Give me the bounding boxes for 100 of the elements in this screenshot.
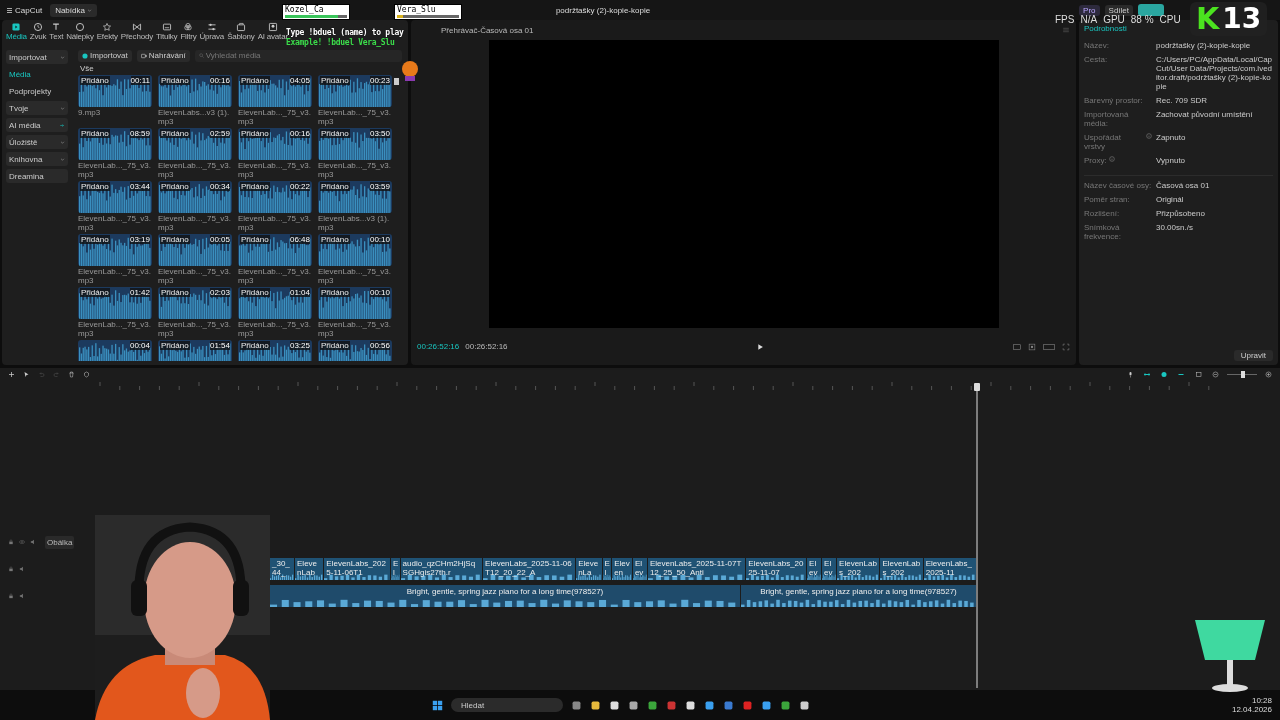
tool-tab[interactable]: Média — [5, 22, 28, 44]
tool-tab[interactable]: Titulky — [154, 22, 179, 44]
detail-label: Cesta: — [1084, 55, 1108, 64]
tool-tab[interactable]: Šablony — [226, 22, 256, 44]
sidebar-item[interactable]: Média — [6, 67, 68, 81]
app-icon[interactable] — [685, 699, 696, 711]
audio-thumbnail[interactable]: Přidáno 00:16 — [158, 75, 232, 107]
audio-thumbnail[interactable]: Přidáno 00:10 — [318, 234, 392, 266]
audio-thumbnail[interactable]: Přidáno 00:56 — [318, 340, 392, 361]
audio-thumbnail[interactable]: 00:04 — [78, 340, 152, 361]
sidebar-item[interactable]: Tvoje — [6, 101, 68, 115]
sidebar-item[interactable]: Importovat — [6, 50, 68, 64]
audio-clip[interactable]: ElevenLabs_2025-11-06T1 — [324, 558, 391, 580]
audio-thumbnail[interactable]: Přidáno 08:59 — [78, 128, 152, 160]
audio-clip[interactable]: El — [391, 558, 400, 580]
audio-thumbnail[interactable]: Přidáno 01:04 — [238, 287, 312, 319]
audio-thumbnail[interactable]: Přidáno 00:34 — [158, 181, 232, 213]
audio-clip[interactable]: Elev — [807, 558, 822, 580]
audio-thumbnail[interactable]: Přidáno 06:48 — [238, 234, 312, 266]
pro-badge[interactable]: Pro — [1079, 4, 1100, 16]
share-button[interactable]: Sdílet — [1104, 4, 1133, 16]
duration-label: 00:11 — [130, 76, 150, 85]
audio-thumbnail[interactable]: Přidáno 03:25 — [238, 340, 312, 361]
caption-icon — [161, 22, 172, 32]
music-clip[interactable]: Bright, gentle, spring jazz piano for a long time(978527) — [270, 585, 740, 607]
audio-thumbnail[interactable]: Přidáno 03:50 — [318, 128, 392, 160]
tool-tab[interactable]: Efekty — [95, 22, 119, 44]
audio-thumbnail[interactable]: Přidáno 01:54 — [158, 340, 232, 361]
app-logo: CapCut — [6, 5, 43, 15]
tool-tab[interactable]: Zvuk — [28, 22, 48, 44]
audio-clip[interactable]: _30_44_ — [270, 558, 295, 580]
audio-thumbnail[interactable]: Přidáno 02:59 — [158, 128, 232, 160]
audio-thumbnail[interactable]: Přidáno 01:42 — [78, 287, 152, 319]
export-button[interactable] — [1138, 4, 1164, 16]
audio-clip[interactable]: ElevenLabs_2025-11-07 — [746, 558, 807, 580]
app-icon[interactable] — [628, 699, 639, 711]
tool-tab[interactable]: Přechody — [119, 22, 154, 44]
playhead[interactable] — [974, 383, 980, 688]
import-button[interactable]: Importovat — [78, 49, 132, 62]
app-icon[interactable] — [704, 699, 715, 711]
duration-label: 00:56 — [369, 341, 390, 350]
audio-thumbnail[interactable]: Přidáno 04:05 — [238, 75, 312, 107]
tool-tab[interactable]: Úprava — [198, 22, 226, 44]
sidebar-item[interactable]: Podprojekty — [6, 84, 68, 98]
audio-clip[interactable]: ElevenLabs_202 — [880, 558, 923, 580]
audio-thumbnail[interactable]: Přidáno 02:03 — [158, 287, 232, 319]
audio-thumbnail[interactable]: Přidáno 00:11 — [78, 75, 152, 107]
file-name: ElevenLab..._75_v3.mp3 — [238, 108, 312, 126]
audio-clip[interactable]: audio_qzCHm2HjSqSGHgis27th.r — [400, 558, 483, 580]
details-tab[interactable]: Podrobnosti — [1084, 24, 1127, 33]
audio-clip[interactable]: Eleven — [612, 558, 632, 580]
tool-tab[interactable]: Filtry — [179, 22, 198, 44]
audio-clip[interactable]: ElevenLabs_2025-11-06T12_20_22_A — [483, 558, 576, 580]
music-clip[interactable]: Bright, gentle, spring jazz piano for a long time(978527) — [741, 585, 976, 607]
duration-label: 00:10 — [369, 235, 390, 244]
audio-clip[interactable]: ElevenLab — [295, 558, 324, 580]
cover-button[interactable]: Obálka — [45, 535, 75, 549]
record-button[interactable]: Nahrávání — [136, 49, 190, 62]
app-icon[interactable] — [609, 699, 620, 711]
caret-icon — [60, 156, 65, 162]
audio-thumbnail[interactable]: Přidáno 03:44 — [78, 181, 152, 213]
app-icon[interactable] — [647, 699, 658, 711]
duration-label: 03:44 — [129, 182, 150, 191]
app-icon[interactable] — [780, 699, 791, 711]
audio-thumbnail[interactable]: Přidáno 00:16 — [238, 128, 312, 160]
app-icon[interactable] — [761, 699, 772, 711]
player-name: Kozel_Ča — [285, 5, 324, 14]
audio-clip[interactable]: Elev — [822, 558, 837, 580]
tool-tab[interactable]: Nálepky — [65, 22, 95, 44]
audio-clip[interactable]: ElevenLa — [576, 558, 602, 580]
menu-button[interactable]: Nabídka — [50, 3, 97, 17]
tool-tab[interactable]: Text — [48, 22, 65, 44]
audio-thumbnail[interactable]: Přidáno 03:19 — [78, 234, 152, 266]
audio-clip[interactable]: El — [602, 558, 612, 580]
added-label: Přidáno — [240, 288, 270, 297]
taskbar-search[interactable]: Hledat — [451, 698, 563, 712]
search-input[interactable]: Vyhledat média — [205, 50, 398, 61]
added-label: Přidáno — [320, 182, 350, 191]
detail-value: Přizpůsobeno — [1156, 209, 1205, 218]
audio-thumbnail[interactable]: Přidáno 00:22 — [238, 181, 312, 213]
audio-thumbnail[interactable]: Přidáno 03:59 — [318, 181, 392, 213]
audio-clip[interactable]: Elev — [632, 558, 647, 580]
audio-thumbnail[interactable]: Přidáno 00:10 — [318, 287, 392, 319]
sidebar-item[interactable]: Knihovna — [6, 152, 68, 166]
detail-value: Vypnuto — [1156, 156, 1186, 165]
audio-clip[interactable]: ElevenLabs_2025-11 — [923, 558, 976, 580]
edit-button[interactable]: Upravit — [1233, 350, 1273, 361]
sidebar-item[interactable]: AI média — [6, 118, 68, 132]
duration-label: 00:16 — [289, 129, 310, 138]
audio-clip[interactable]: ElevenLabs_202 — [837, 558, 880, 580]
added-label: Přidáno — [320, 235, 350, 244]
app-icon[interactable] — [799, 699, 810, 711]
sidebar-item[interactable]: Úložiště — [6, 135, 68, 149]
audio-clip[interactable]: ElevenLabs_2025-11-07T12_25_50_Anti — [647, 558, 746, 580]
sidebar-item[interactable]: Dreamina — [6, 169, 68, 183]
app-icon[interactable] — [590, 699, 601, 711]
filter-label[interactable]: Vše — [80, 64, 402, 73]
audio-thumbnail[interactable]: Přidáno 00:05 — [158, 234, 232, 266]
audio-thumbnail[interactable]: Přidáno 00:23 — [318, 75, 392, 107]
search-field[interactable]: Vyhledat média — [194, 49, 402, 62]
